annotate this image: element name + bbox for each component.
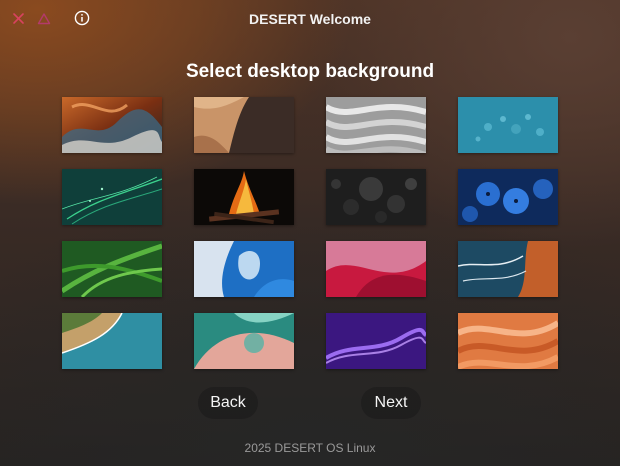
wallpaper-thumbnail[interactable] [194,241,294,297]
wallpaper-thumbnail[interactable] [326,313,426,369]
wallpaper-thumbnail[interactable] [458,97,558,153]
page-heading: Select desktop background [185,61,435,82]
wallpaper-thumbnail[interactable] [458,241,558,297]
wallpaper-thumbnail[interactable] [194,97,294,153]
wallpaper-grid [62,97,558,369]
wallpaper-thumbnail[interactable] [194,169,294,225]
wallpaper-thumbnail[interactable] [326,97,426,153]
footer-text: 2025 DESERT OS Linux [244,441,376,455]
wallpaper-thumbnail[interactable] [458,313,558,369]
next-button[interactable]: Next [361,387,421,419]
wallpaper-thumbnail[interactable] [62,313,162,369]
wallpaper-thumbnail[interactable] [62,241,162,297]
wallpaper-thumbnail[interactable] [458,169,558,225]
back-button[interactable]: Back [198,387,258,419]
window-title: DESERT Welcome [249,11,371,27]
wallpaper-thumbnail[interactable] [194,313,294,369]
title-bar: DESERT Welcome [0,0,620,38]
wallpaper-thumbnail[interactable] [62,169,162,225]
wallpaper-thumbnail[interactable] [62,97,162,153]
wallpaper-thumbnail[interactable] [326,169,426,225]
wallpaper-thumbnail[interactable] [326,241,426,297]
